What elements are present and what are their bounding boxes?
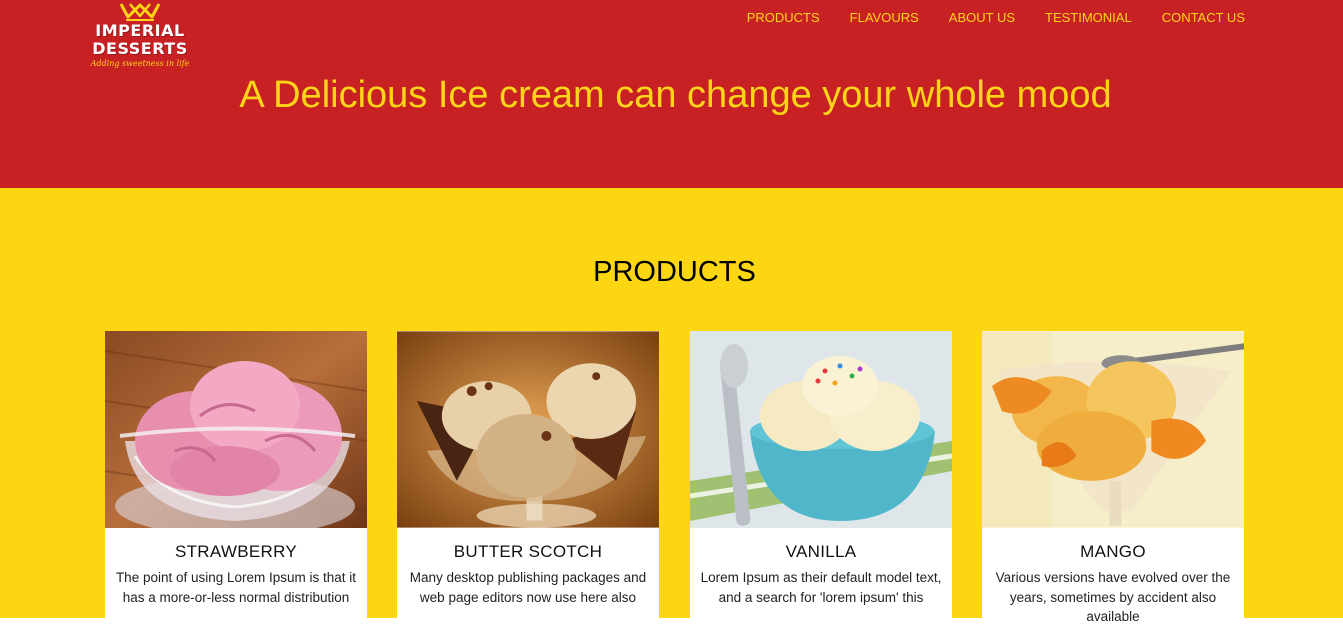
- product-card-butter-scotch[interactable]: BUTTER SCOTCH Many desktop publishing pa…: [397, 331, 659, 631]
- product-card-mango[interactable]: MANGO Various versions have evolved over…: [982, 331, 1244, 631]
- product-description: Many desktop publishing packages and web…: [409, 570, 647, 605]
- product-name: STRAWBERRY: [174, 542, 298, 561]
- butterscotch-ice-cream-image: [397, 331, 659, 528]
- strawberry-ice-cream-image: [105, 331, 367, 528]
- brand-tagline: Adding sweetness in life: [90, 59, 190, 68]
- product-card-vanilla[interactable]: VANILLA Lorem Ipsum as their default mod…: [690, 331, 952, 631]
- product-name: BUTTER SCOTCH: [453, 542, 603, 561]
- vanilla-ice-cream-image: [690, 331, 952, 528]
- nav-item-products[interactable]: PRODUCTS: [747, 10, 820, 26]
- product-description: Lorem Ipsum as their default model text,…: [700, 570, 942, 605]
- product-card-strawberry[interactable]: STRAWBERRY The point of using Lorem Ipsu…: [105, 331, 367, 631]
- product-name: MANGO: [1080, 542, 1146, 561]
- main-nav: PRODUCTS FLAVOURS ABOUT US TESTIMONIAL C…: [747, 10, 1245, 26]
- hero-headline: A Delicious Ice cream can change your wh…: [239, 74, 1112, 116]
- products-heading: PRODUCTS: [593, 256, 756, 288]
- product-description: The point of using Lorem Ipsum is that i…: [115, 570, 357, 605]
- products-section: PRODUCTS STRAWBERRY The point of using L…: [0, 188, 1343, 631]
- nav-item-contact-us[interactable]: CONTACT US: [1162, 10, 1245, 26]
- nav-item-testimonial[interactable]: TESTIMONIAL: [1045, 10, 1132, 26]
- nav-item-flavours[interactable]: FLAVOURS: [850, 10, 919, 26]
- nav-item-about-us[interactable]: ABOUT US: [949, 10, 1015, 26]
- crown-icon: [119, 3, 161, 21]
- site-header: IMPERIAL DESSERTS Adding sweetness in li…: [0, 0, 1343, 188]
- brand-name-line1: IMPERIAL: [95, 21, 185, 40]
- mango-ice-cream-image: [982, 331, 1244, 528]
- product-name: VANILLA: [785, 542, 857, 561]
- brand-name-line2: DESSERTS: [92, 39, 188, 58]
